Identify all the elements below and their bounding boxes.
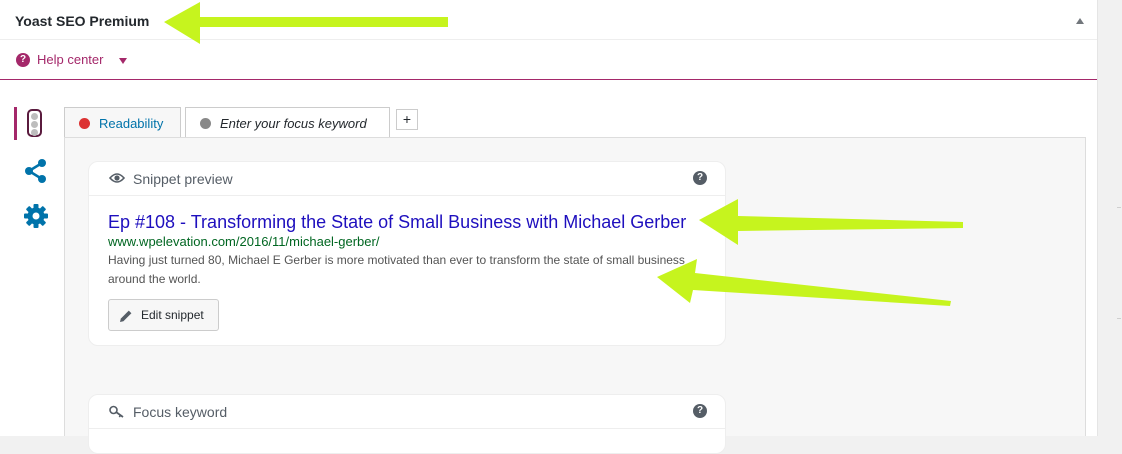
tab-focus-keyword[interactable]: Enter your focus keyword <box>185 107 390 138</box>
traffic-light-icon <box>27 109 42 137</box>
focus-keyword-heading: Focus keyword <box>133 404 228 420</box>
triangle-up-icon[interactable] <box>1076 18 1084 24</box>
status-dot <box>79 118 90 129</box>
key-icon <box>109 405 124 418</box>
gear-icon[interactable] <box>23 203 49 229</box>
page-sidebar-edge <box>1099 0 1122 436</box>
question-circle-icon[interactable]: ? <box>16 53 30 67</box>
add-keyword-tab-button[interactable]: + <box>396 109 418 130</box>
snippet-description[interactable]: Having just turned 80, Michael E Gerber … <box>108 251 698 289</box>
side-nav-content-analysis[interactable] <box>14 107 44 140</box>
status-dot <box>200 118 211 129</box>
tab-readability-label: Readability <box>99 116 164 131</box>
edit-snippet-button[interactable]: Edit snippet <box>108 299 219 331</box>
metabox-title: Yoast SEO Premium <box>15 13 150 29</box>
tab-readability[interactable]: Readability <box>64 107 181 137</box>
share-icon[interactable] <box>23 158 49 184</box>
eye-icon <box>109 173 125 183</box>
focus-keyword-header: Focus keyword ? <box>89 395 725 429</box>
metabox-header[interactable]: Yoast SEO Premium <box>0 0 1097 40</box>
snippet-preview-card: Snippet preview ? Ep #108 - Transforming… <box>88 161 726 346</box>
edit-snippet-label: Edit snippet <box>141 308 204 322</box>
tab-focus-keyword-label: Enter your focus keyword <box>220 116 367 131</box>
help-question-icon[interactable]: ? <box>693 171 707 185</box>
snippet-preview-header: Snippet preview ? <box>89 162 725 196</box>
help-center-link[interactable]: Help center <box>37 52 103 67</box>
help-center-bar: ? Help center <box>0 40 1097 80</box>
help-question-icon[interactable]: ? <box>693 404 707 418</box>
snippet-url[interactable]: www.wpelevation.com/2016/11/michael-gerb… <box>108 234 379 249</box>
snippet-preview-heading: Snippet preview <box>133 171 233 187</box>
caret-down-icon[interactable] <box>119 58 127 64</box>
snippet-title[interactable]: Ep #108 - Transforming the State of Smal… <box>108 212 686 233</box>
focus-keyword-card: Focus keyword ? <box>88 394 726 454</box>
pencil-icon <box>120 310 132 322</box>
